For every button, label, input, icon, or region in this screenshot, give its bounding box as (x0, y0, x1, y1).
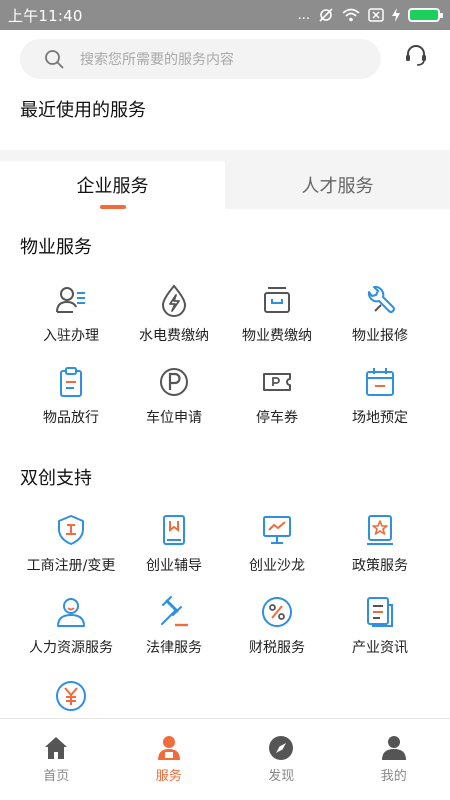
status-bar: 上午11:40 ... (0, 0, 450, 30)
nav-label: 发现 (268, 769, 295, 784)
service-item[interactable]: 物业费缴纳 (222, 283, 332, 345)
calendar-icon (366, 368, 394, 396)
sim-off-icon (368, 8, 384, 22)
person-list-icon (56, 287, 85, 313)
service-label: 创业沙龙 (249, 558, 305, 574)
service-label: 场地预定 (352, 410, 408, 426)
user-icon (381, 736, 406, 760)
clipboard-icon (60, 367, 82, 397)
nav-discover[interactable]: 发现 (225, 719, 338, 800)
book-icon (163, 515, 185, 545)
parking-icon (160, 368, 188, 396)
service-label: 政策服务 (352, 558, 408, 574)
lightning-drop-icon (161, 284, 187, 317)
service-label: 产业资讯 (352, 640, 408, 656)
service-item[interactable] (16, 679, 126, 721)
service-label: 财税服务 (249, 640, 305, 656)
news-icon (367, 597, 393, 627)
service-label: 水电费缴纳 (139, 328, 209, 344)
service-label: 物品放行 (43, 410, 99, 426)
service-label: 停车券 (256, 410, 298, 426)
service-item[interactable]: 产业资讯 (325, 595, 435, 657)
service-item[interactable]: 停车券 (222, 365, 332, 427)
wifi-icon (342, 8, 360, 22)
service-item[interactable]: 工商注册/变更 (16, 513, 126, 575)
service-person-icon (157, 736, 180, 760)
tab-talent-services[interactable]: 人才服务 (225, 161, 450, 209)
service-item[interactable]: 政策服务 (325, 513, 435, 575)
wrench-icon (367, 285, 395, 313)
compass-icon (269, 736, 294, 760)
service-label: 物业费缴纳 (242, 328, 312, 344)
alarm-off-icon (319, 8, 333, 22)
percent-icon (262, 597, 292, 627)
service-item[interactable]: 创业沙龙 (222, 513, 332, 575)
service-item[interactable]: 水电费缴纳 (119, 283, 229, 345)
tab-enterprise-services[interactable]: 企业服务 (0, 161, 225, 209)
service-label: 创业辅导 (146, 558, 202, 574)
service-label: 人力资源服务 (29, 640, 113, 656)
charging-icon (392, 8, 400, 22)
bottom-navigation: 首页 服务 发现 我的 (0, 718, 450, 800)
service-label: 物业报修 (352, 328, 408, 344)
search-input[interactable]: 搜索您所需要的服务内容 (20, 39, 381, 79)
nav-label: 服务 (155, 769, 182, 784)
service-item[interactable]: 法律服务 (119, 595, 229, 657)
yuan-coin-icon (56, 681, 86, 711)
presentation-icon (263, 516, 291, 544)
service-item[interactable]: 车位申请 (119, 365, 229, 427)
service-tabs: 企业服务 人才服务 (0, 161, 450, 209)
service-item[interactable]: 财税服务 (222, 595, 332, 657)
recent-services-title: 最近使用的服务 (20, 100, 146, 121)
search-row: 搜索您所需要的服务内容 (0, 30, 450, 88)
nav-services[interactable]: 服务 (113, 719, 226, 800)
service-label: 法律服务 (146, 640, 202, 656)
status-time: 上午11:40 (8, 6, 83, 25)
shield-badge-icon (58, 515, 84, 545)
search-icon (45, 50, 64, 69)
service-item[interactable]: 人力资源服务 (16, 595, 126, 657)
service-item[interactable]: 物品放行 (16, 365, 126, 427)
service-label: 车位申请 (146, 410, 202, 426)
section-title-property: 物业服务 (20, 237, 92, 258)
parking-ticket-icon (263, 373, 291, 391)
home-icon (45, 737, 68, 759)
person-icon (57, 598, 85, 627)
tab-active-indicator (100, 205, 126, 209)
nav-home[interactable]: 首页 (0, 719, 113, 800)
nav-profile[interactable]: 我的 (338, 719, 450, 800)
tab-label: 人才服务 (301, 176, 374, 197)
service-label: 入驻办理 (43, 328, 99, 344)
tab-label: 企业服务 (76, 176, 149, 197)
headset-icon[interactable] (403, 42, 429, 68)
divider-band (0, 150, 450, 161)
service-item[interactable]: 入驻办理 (16, 283, 126, 345)
service-item[interactable]: 物业报修 (325, 283, 435, 345)
section-title-entrepreneurship: 双创支持 (20, 468, 92, 489)
service-label: 工商注册/变更 (26, 558, 116, 574)
wallet-icon (264, 287, 290, 313)
service-item[interactable]: 创业辅导 (119, 513, 229, 575)
more-dots-icon: ... (297, 7, 310, 23)
nav-label: 我的 (380, 769, 407, 784)
nav-label: 首页 (43, 769, 70, 784)
battery-icon (408, 8, 443, 22)
service-item[interactable]: 场地预定 (325, 365, 435, 427)
gavel-icon (161, 596, 188, 627)
status-icons: ... (297, 7, 443, 23)
search-placeholder: 搜索您所需要的服务内容 (80, 52, 234, 68)
star-document-icon (367, 515, 393, 545)
